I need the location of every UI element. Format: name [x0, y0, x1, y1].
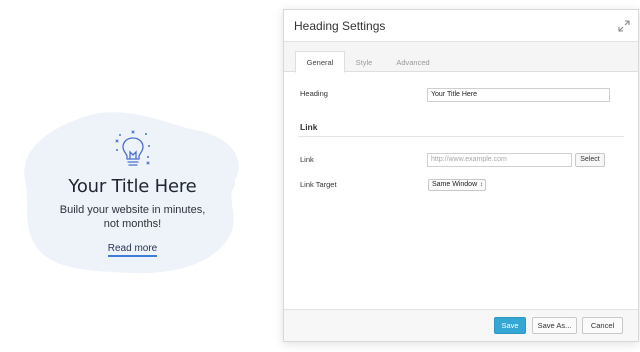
heading-input[interactable]: Your Title Here — [427, 88, 610, 102]
preview-card: Your Title Here Build your website in mi… — [40, 128, 225, 257]
link-label: Link — [300, 155, 314, 164]
dialog-title: Heading Settings — [294, 18, 386, 33]
save-button[interactable]: Save — [494, 317, 526, 334]
page: Your Title Here Build your website in mi… — [0, 0, 640, 352]
expand-icon[interactable] — [618, 20, 630, 32]
link-target-label: Link Target — [300, 180, 337, 189]
link-target-dropdown[interactable]: Same Window ↕ — [428, 179, 486, 191]
link-input[interactable]: http://www.example.com — [427, 153, 572, 167]
link-target-value: Same Window — [432, 181, 478, 188]
tab-style[interactable]: Style — [350, 52, 378, 73]
link-section-title: Link — [300, 122, 318, 132]
tabs-bar: General Style Advanced — [284, 42, 638, 73]
cancel-button[interactable]: Cancel — [582, 317, 623, 334]
read-more-link[interactable]: Read more — [107, 243, 158, 257]
dialog-footer: Save Save As... Cancel — [284, 309, 638, 341]
tab-advanced[interactable]: Advanced — [391, 52, 435, 73]
dropdown-arrows-icon: ↕ — [480, 182, 483, 188]
preview-body: Build your website in minutes, not month… — [40, 203, 225, 231]
preview-body-line: not months! — [103, 218, 162, 230]
heading-settings-dialog: Heading Settings General Style Advanced … — [283, 9, 639, 342]
preview-body-line: Build your website in minutes, — [59, 204, 206, 216]
select-button[interactable]: Select — [575, 153, 605, 167]
lightbulb-icon — [113, 128, 153, 172]
heading-label: Heading — [300, 89, 328, 98]
tab-general[interactable]: General — [295, 51, 345, 73]
save-as-button[interactable]: Save As... — [532, 317, 577, 334]
preview-title: Your Title Here — [68, 176, 197, 197]
dialog-header: Heading Settings — [284, 10, 638, 42]
section-divider — [298, 136, 624, 137]
